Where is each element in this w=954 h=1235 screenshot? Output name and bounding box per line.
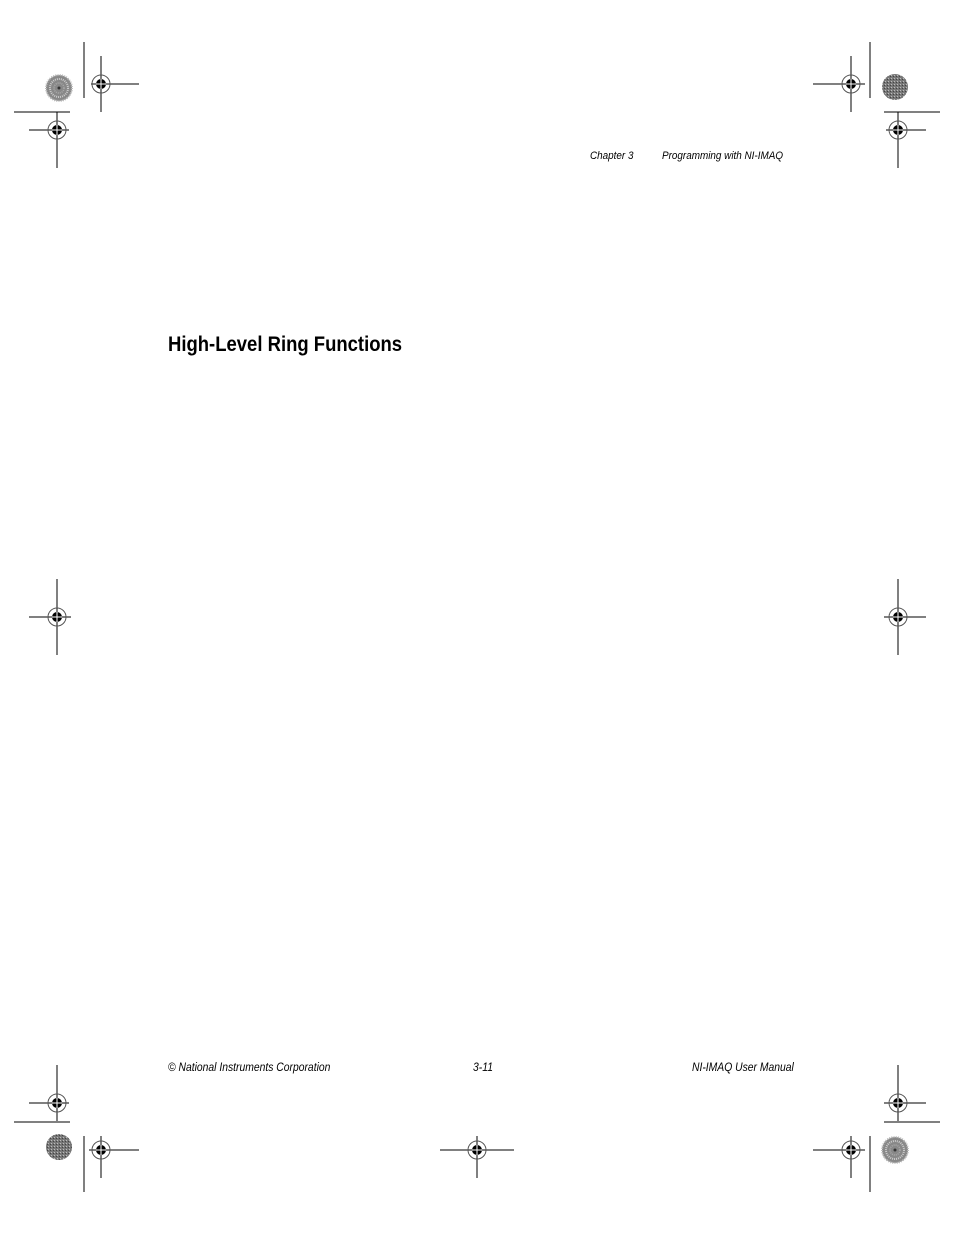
crop-mark-top-left — [14, 42, 85, 113]
registration-mark — [813, 1136, 865, 1178]
printer-marks — [14, 42, 940, 1192]
footer-page-number: 3-11 — [473, 1062, 493, 1074]
crop-mark-bottom-right — [869, 1121, 940, 1192]
header-chapter-title: Programming with NI-IMAQ — [662, 150, 784, 162]
registration-mark — [29, 112, 69, 168]
header-chapter: Chapter 3 — [590, 150, 634, 162]
star-target-icon — [45, 74, 73, 102]
registration-mark — [813, 56, 865, 112]
registration-mark — [29, 579, 71, 655]
gray-target-icon — [882, 74, 908, 100]
registration-mark — [29, 1065, 69, 1121]
star-target-icon — [881, 1136, 909, 1164]
section-heading: High-Level Ring Functions — [168, 333, 403, 356]
registration-mark — [886, 112, 926, 168]
registration-mark — [440, 1136, 514, 1178]
footer-manual-title: NI-IMAQ User Manual — [692, 1062, 794, 1074]
registration-mark — [884, 579, 926, 655]
crop-mark-top-right — [869, 42, 940, 113]
footer-copyright: © National Instruments Corporation — [168, 1062, 331, 1074]
crop-mark-bottom-left — [14, 1121, 85, 1192]
registration-mark — [884, 1065, 926, 1121]
registration-mark — [89, 1136, 139, 1178]
registration-mark — [91, 56, 139, 112]
gray-target-icon — [46, 1134, 72, 1160]
